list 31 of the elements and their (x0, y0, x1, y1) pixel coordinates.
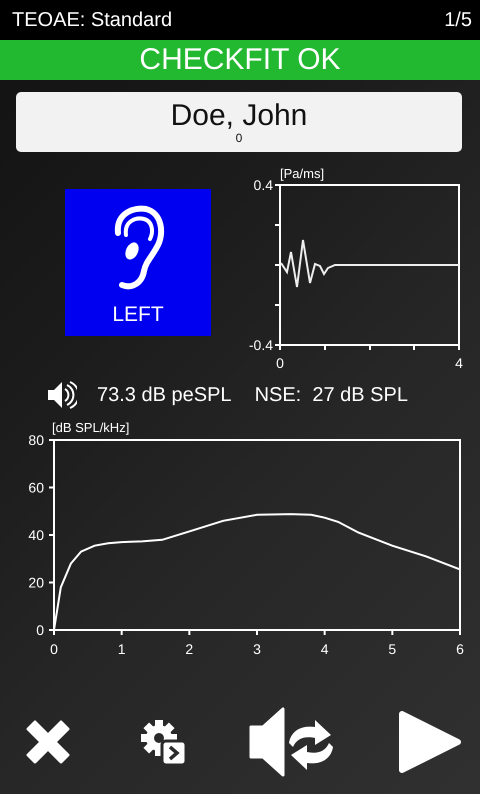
tick-label: -0.4 (248, 337, 273, 353)
patient-name: Doe, John (170, 100, 308, 132)
speaker-icon (47, 381, 77, 409)
patient-id: 0 (236, 132, 242, 144)
play-button[interactable] (398, 710, 462, 774)
tick-label: 20 (28, 574, 44, 590)
stimulus-level: 73.3 dB peSPL (97, 384, 232, 406)
tick-label: 40 (28, 527, 44, 543)
tick-label: 4 (455, 355, 463, 371)
tick-label: 0 (50, 641, 58, 657)
tick-label: 4 (320, 641, 329, 657)
play-icon (398, 710, 462, 774)
tick-label: 3 (253, 641, 261, 657)
ear-side-label: LEFT (112, 303, 164, 327)
tick-label: 80 (28, 432, 44, 448)
noise-level: NSE: 27 dB SPL (254, 384, 408, 406)
tick-label: 0.4 (254, 177, 273, 193)
ear-tile[interactable]: LEFT (65, 189, 211, 336)
tick-label: 6 (456, 641, 464, 657)
tick-label: 2 (185, 641, 194, 657)
tick-label: 5 (388, 641, 396, 657)
tick-label: 0 (276, 355, 284, 371)
checkfit-banner: CHECKFIT OK (0, 40, 480, 80)
test-title: TEOAE: Standard (12, 8, 172, 32)
axis-unit: [Pa/ms] (280, 166, 324, 181)
page-counter: 1/5 (444, 8, 472, 32)
tick-label: 60 (28, 480, 44, 496)
tick-label: 1 (118, 641, 126, 657)
tick-label: 0 (36, 622, 44, 638)
axis-unit: [dB SPL/kHz] (52, 420, 130, 435)
patient-card[interactable]: Doe, John 0 (16, 92, 462, 152)
